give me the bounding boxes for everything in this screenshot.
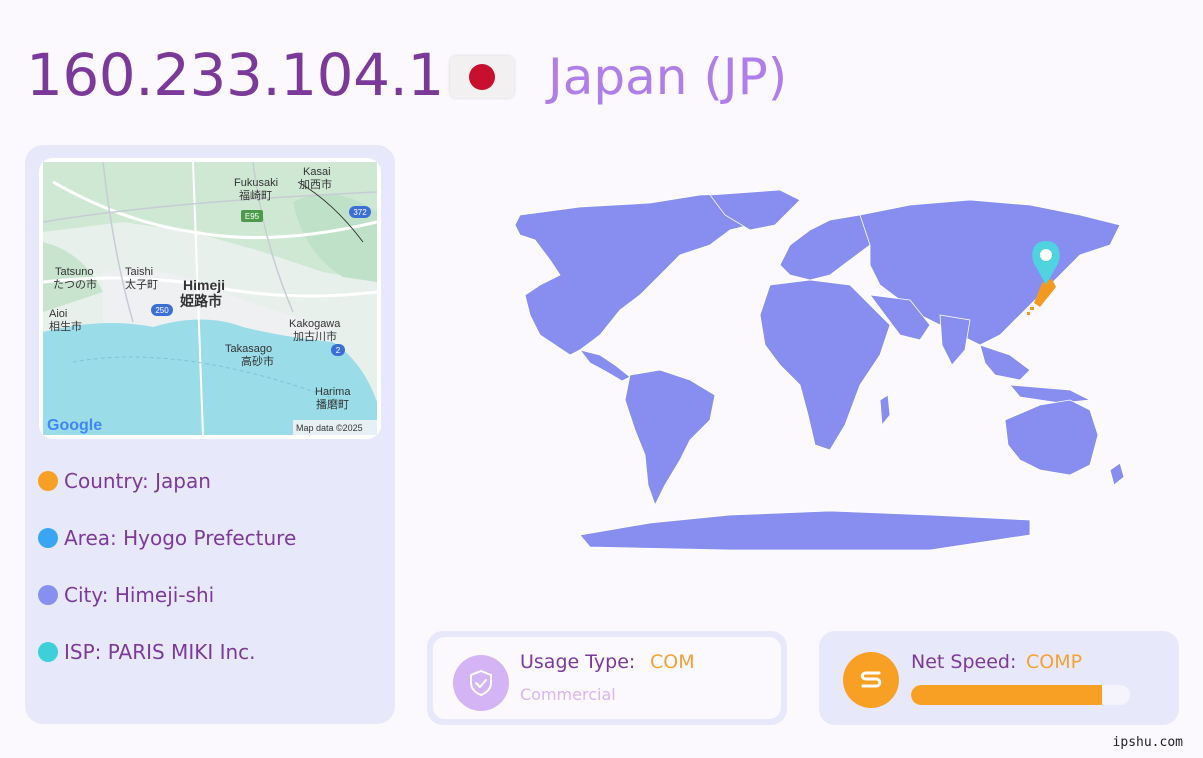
africa [759, 279, 891, 451]
info-area-text: Area: Hyogo Prefecture [64, 526, 297, 550]
map-label-aioi-jp: 相生市 [49, 319, 82, 333]
google-map[interactable]: E95 372 250 2 Kasai 加西市 Fukusaki 福崎町 Tat… [39, 158, 381, 439]
map-label-tatsuno-jp: たつの市 [53, 277, 97, 291]
info-isp: ISP: PARIS MIKI Inc. [38, 640, 256, 664]
shield-check-icon [453, 655, 509, 711]
info-city-text: City: Himeji-shi [64, 583, 215, 607]
net-speed-card: Net Speed: COMP [819, 631, 1179, 725]
net-speed-label: Net Speed: [911, 651, 1017, 673]
info-isp-text: ISP: PARIS MIKI Inc. [64, 640, 256, 664]
world-map [514, 189, 1125, 551]
net-speed-value: COMP [1026, 651, 1083, 673]
madagascar [879, 394, 891, 427]
google-logo: Google [47, 417, 102, 434]
map-label-harima: Harima [315, 386, 351, 398]
map-label-fukusaki-jp: 福崎町 [239, 188, 272, 202]
speed-s-icon [843, 652, 899, 708]
bullet-isp [38, 642, 58, 662]
map-label-kasai: Kasai [303, 166, 331, 178]
southeast-asia [979, 344, 1031, 381]
route-e95-label: E95 [245, 212, 260, 221]
india [939, 314, 971, 366]
map-label-aioi: Aioi [49, 308, 67, 320]
australia [1004, 399, 1099, 476]
route-372-label: 372 [353, 208, 367, 217]
info-country: Country: Japan [38, 469, 211, 493]
ip-address: 160.233.104.1 [26, 41, 444, 109]
route-2-label: 2 [336, 346, 341, 355]
central-america [578, 349, 631, 382]
map-label-takasago: Takasago [225, 343, 272, 355]
map-label-himeji: Himeji [183, 277, 225, 293]
map-label-himeji-jp: 姫路市 [180, 293, 222, 309]
watermark: ipshu.com [1112, 735, 1183, 750]
info-country-text: Country: Japan [64, 469, 211, 493]
info-area: Area: Hyogo Prefecture [38, 526, 296, 550]
usage-type-card: Usage Type: COM Commercial [427, 631, 787, 725]
bullet-city [38, 585, 58, 605]
map-label-taishi-jp: 太子町 [125, 278, 158, 291]
net-speed-bar-fill [911, 685, 1102, 705]
location-card: E95 372 250 2 Kasai 加西市 Fukusaki 福崎町 Tat… [25, 145, 395, 724]
map-attribution: Map data ©2025 [296, 423, 363, 433]
net-speed-bar [911, 685, 1130, 705]
map-label-kakogawa-jp: 加古川市 [293, 329, 337, 343]
map-label-taishi: Taishi [125, 266, 153, 278]
japan-flag-icon [450, 56, 514, 98]
country-title: Japan (JP) [548, 48, 788, 106]
new-zealand [1109, 462, 1125, 486]
bullet-country [38, 471, 58, 491]
map-label-takasago-jp: 高砂市 [241, 354, 274, 368]
bullet-area [38, 528, 58, 548]
route-250-label: 250 [155, 306, 169, 315]
map-label-tatsuno: Tatsuno [55, 266, 94, 278]
usage-type-label: Usage Type: [520, 651, 636, 673]
antarctica [579, 510, 1031, 551]
usage-type-value: COM [650, 651, 695, 673]
south-america [624, 369, 716, 507]
map-label-harima-jp: 播磨町 [316, 397, 349, 411]
map-label-kasai-jp: 加西市 [299, 177, 332, 191]
indonesia [1009, 384, 1092, 404]
info-city: City: Himeji-shi [38, 583, 214, 607]
map-label-fukusaki: Fukusaki [234, 177, 278, 189]
usage-type-sub: Commercial [520, 685, 616, 704]
map-label-kakogawa: Kakogawa [289, 318, 341, 330]
